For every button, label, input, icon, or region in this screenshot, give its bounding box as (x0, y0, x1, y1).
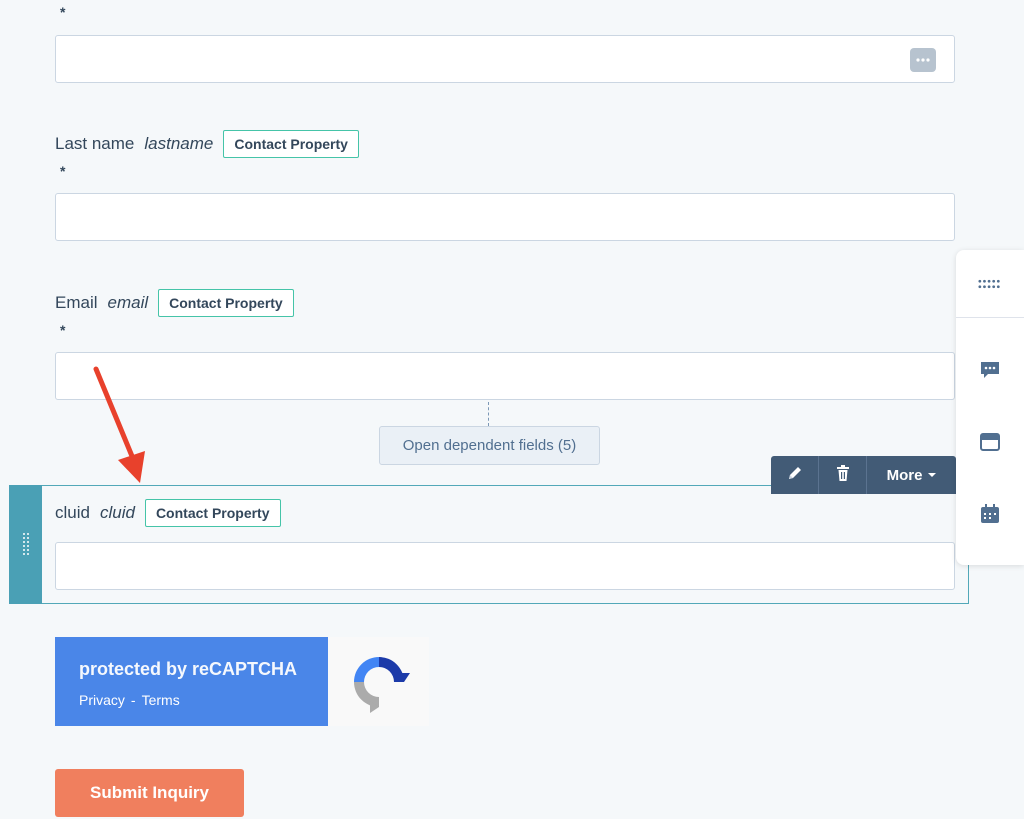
cluid-input[interactable] (55, 542, 955, 590)
edit-button[interactable] (771, 456, 819, 494)
field-internal-name: email (107, 293, 149, 312)
calendar-icon[interactable] (978, 502, 1002, 526)
recaptcha-text-panel: protected by reCAPTCHA Privacy - Terms (55, 637, 328, 726)
contact-property-badge: Contact Property (144, 499, 281, 527)
more-dots-icon[interactable] (910, 48, 936, 72)
dependent-connector (488, 402, 489, 426)
more-label: More (886, 466, 923, 484)
link-separator: - (130, 692, 136, 708)
contact-property-badge: Contact Property (158, 289, 294, 317)
required-marker: * (60, 322, 66, 338)
required-marker: * (60, 4, 66, 20)
recaptcha-links: Privacy - Terms (79, 692, 304, 708)
recaptcha-title: protected by reCAPTCHA (79, 659, 298, 679)
side-panel (956, 250, 1024, 565)
pencil-icon (787, 465, 803, 486)
trash-icon (836, 464, 850, 486)
field-label: Email (55, 293, 98, 312)
email-input[interactable] (55, 352, 955, 400)
contact-property-badge: Contact Property (223, 130, 359, 158)
recaptcha-logo-icon (328, 637, 429, 726)
side-panel-divider (956, 317, 1024, 318)
field-internal-name: lastname (144, 134, 214, 153)
chat-icon[interactable] (978, 358, 1002, 382)
layout-icon[interactable] (978, 430, 1002, 454)
field-label: Last name (55, 134, 135, 153)
cluid-label-row: cluid cluid Contact Property (55, 499, 281, 527)
annotation-arrow-icon (93, 366, 145, 483)
submit-inquiry-button[interactable]: Submit Inquiry (55, 769, 244, 817)
lastname-input[interactable] (55, 193, 955, 241)
privacy-link[interactable]: Privacy (79, 692, 125, 708)
required-marker: * (60, 163, 66, 179)
email-label-row: Email email Contact Property (55, 289, 294, 317)
caret-down-icon (928, 473, 937, 477)
lastname-label-row: Last name lastname Contact Property (55, 130, 359, 158)
recaptcha-badge[interactable]: protected by reCAPTCHA Privacy - Terms (55, 637, 429, 726)
terms-link[interactable]: Terms (142, 692, 180, 708)
open-dependent-fields-button[interactable]: Open dependent fields (5) (379, 426, 600, 465)
field-toolbar: More (771, 456, 956, 494)
more-button[interactable]: More (867, 456, 956, 494)
delete-button[interactable] (819, 456, 867, 494)
drag-handle-icon[interactable] (9, 485, 42, 604)
field-internal-name: cluid (99, 503, 135, 522)
first-name-input[interactable] (55, 35, 955, 83)
field-label: cluid (55, 503, 90, 522)
grid-dots-icon[interactable] (978, 272, 1002, 296)
